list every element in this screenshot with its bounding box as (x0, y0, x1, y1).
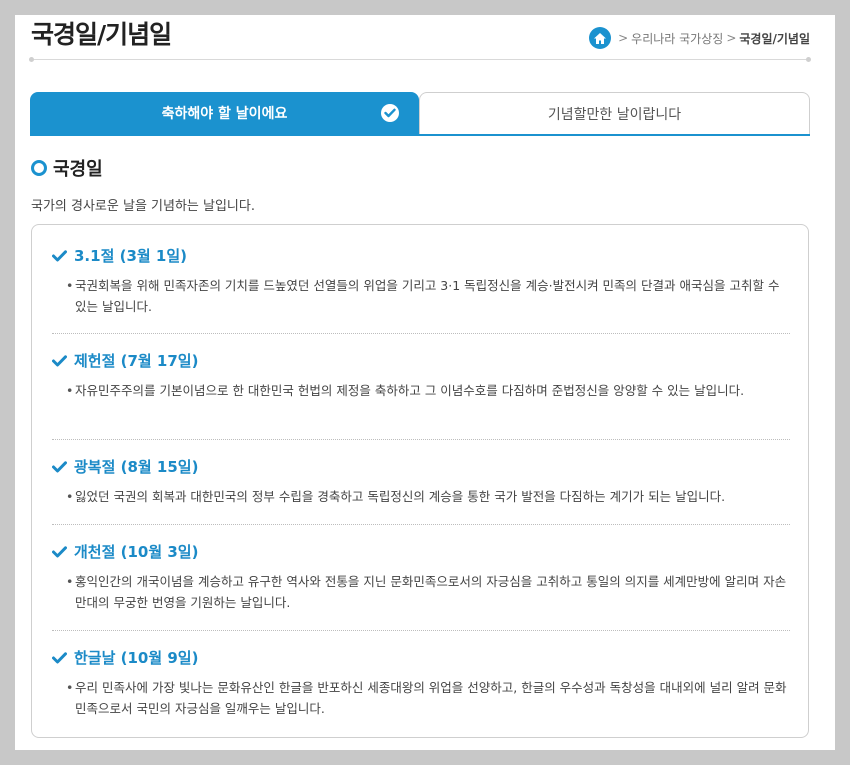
divider (52, 439, 790, 440)
holiday-title: 한글날 (10월 9일) (52, 647, 790, 668)
holiday-title: 3.1절 (3월 1일) (52, 245, 790, 266)
holiday-description: 국권회복을 위해 민족자존의 기치를 드높였던 선열들의 위업을 기리고 3·1… (66, 275, 790, 317)
holiday-title: 제헌절 (7월 17일) (52, 350, 790, 371)
tab-celebrate[interactable]: 축하해야 할 날이에요 (30, 92, 419, 134)
breadcrumb-item[interactable]: 우리나라 국가상징 (631, 30, 723, 47)
divider (52, 524, 790, 525)
tab-memorial[interactable]: 기념할만한 날이랍니다 (419, 92, 810, 134)
list-item: 개천절 (10월 3일) 홍익인간의 개국이념을 계승하고 유구한 역사와 전통… (52, 541, 790, 613)
check-circle-icon (381, 104, 399, 122)
section-heading: 국경일 (31, 155, 103, 181)
ring-icon (31, 160, 47, 176)
section-heading-text: 국경일 (53, 159, 103, 180)
holiday-title-text: 제헌절 (7월 17일) (74, 352, 199, 370)
holiday-title: 광복절 (8월 15일) (52, 456, 790, 477)
page-title: 국경일/기념일 (31, 20, 172, 49)
tab-label: 기념할만한 날이랍니다 (547, 106, 682, 123)
list-item: 한글날 (10월 9일) 우리 민족사에 가장 빛나는 문화유산인 한글을 반포… (52, 647, 790, 719)
tab-label: 축하해야 할 날이에요 (161, 106, 288, 122)
section-description: 국가의 경사로운 날을 기념하는 날입니다. (31, 199, 255, 214)
divider (52, 333, 790, 334)
holiday-description: 홍익인간의 개국이념을 계승하고 유구한 역사와 전통을 지닌 문화민족으로서의… (66, 571, 790, 613)
holiday-description: 우리 민족사에 가장 빛나는 문화유산인 한글을 반포하신 세종대왕의 위업을 … (66, 677, 790, 719)
check-icon (52, 651, 67, 663)
list-item: 광복절 (8월 15일) 잃었던 국권의 회복과 대한민국의 정부 수립을 경축… (52, 456, 790, 507)
breadcrumb: > 우리나라 국가상징 > 국경일/기념일 (589, 27, 810, 49)
home-icon[interactable] (589, 27, 612, 49)
breadcrumb-separator: > (618, 31, 629, 45)
breadcrumb-current: 국경일/기념일 (739, 31, 810, 46)
tab-bar: 축하해야 할 날이에요 기념할만한 날이랍니다 (30, 92, 810, 136)
breadcrumb-separator: > (726, 31, 737, 45)
holiday-title-text: 한글날 (10월 9일) (74, 649, 199, 667)
check-icon (52, 545, 67, 557)
check-icon (52, 354, 67, 366)
divider (52, 630, 790, 631)
holiday-description: 잃었던 국권의 회복과 대한민국의 정부 수립을 경축하고 독립정신의 계승을 … (66, 486, 790, 507)
list-item: 제헌절 (7월 17일) 자유민주주의를 기본이념으로 한 대한민국 헌법의 제… (52, 350, 790, 401)
check-icon (52, 460, 67, 472)
page: 국경일/기념일 > 우리나라 국가상징 > 국경일/기념일 축하해야 할 날이에… (15, 15, 835, 750)
holiday-list-card: 3.1절 (3월 1일) 국권회복을 위해 민족자존의 기치를 드높였던 선열들… (31, 224, 809, 738)
holiday-title-text: 개천절 (10월 3일) (74, 543, 199, 561)
holiday-title-text: 광복절 (8월 15일) (74, 458, 199, 476)
title-divider (29, 57, 811, 62)
check-icon (52, 249, 67, 261)
holiday-title-text: 3.1절 (3월 1일) (74, 247, 188, 265)
holiday-description: 자유민주주의를 기본이념으로 한 대한민국 헌법의 제정을 축하하고 그 이념수… (66, 380, 790, 401)
holiday-title: 개천절 (10월 3일) (52, 541, 790, 562)
list-item: 3.1절 (3월 1일) 국권회복을 위해 민족자존의 기치를 드높였던 선열들… (52, 245, 790, 317)
